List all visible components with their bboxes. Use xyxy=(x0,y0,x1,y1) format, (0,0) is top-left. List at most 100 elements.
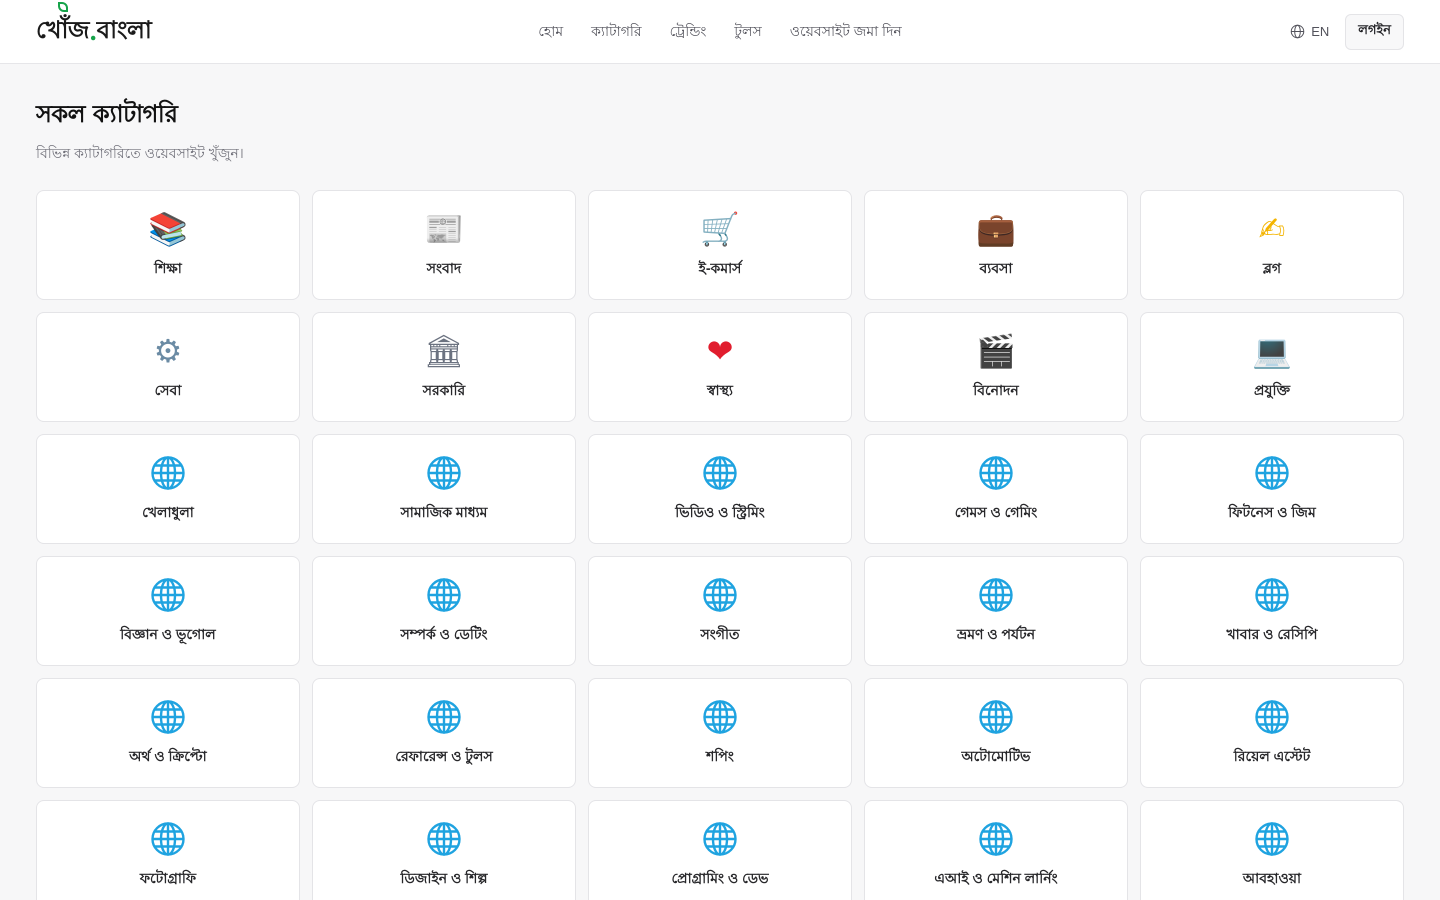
clapper-board-icon: 🎬 xyxy=(976,332,1016,370)
category-label: ব্যবসা xyxy=(979,260,1013,276)
category-grid: 📚 শিক্ষা 📰 সংবাদ 🛒 ই-কমার্স 💼 ব্যবসা ✍ ব্লগ ⚙ সেবা 🏛… xyxy=(36,190,1404,900)
category-card[interactable]: রেফারেন্স ও টুলস xyxy=(312,678,576,788)
category-card[interactable]: আবহাওয়া xyxy=(1140,800,1404,900)
top-header: খোঁজ. বাংলা হোম ক্যাটাগরি ট্রেন্ডিং টুলস … xyxy=(0,0,1440,64)
briefcase-icon: 💼 xyxy=(976,210,1016,248)
globe-icon xyxy=(702,453,738,493)
category-card[interactable]: অর্থ ও ক্রিপ্টো xyxy=(36,678,300,788)
category-label: ফটোগ্রাফি xyxy=(139,870,197,886)
category-label: প্রোগ্রামিং ও ডেভ xyxy=(671,870,769,886)
laptop-icon: 💻 xyxy=(1252,332,1292,370)
category-label: অটোমোটিভ xyxy=(961,748,1031,764)
category-card[interactable]: ভ্রমণ ও পর্যটন xyxy=(864,556,1128,666)
category-card[interactable]: ⚙ সেবা xyxy=(36,312,300,422)
category-label: ই-কমার্স xyxy=(698,260,742,276)
category-label: গেমস ও গেমিং xyxy=(954,504,1038,520)
category-label: বিজ্ঞান ও ভূগোল xyxy=(120,626,216,642)
category-card[interactable]: অটোমোটিভ xyxy=(864,678,1128,788)
globe-icon xyxy=(702,575,738,615)
globe-icon xyxy=(426,575,462,615)
globe-icon xyxy=(978,453,1014,493)
nav-submit-website[interactable]: ওয়েবসাইট জমা দিন xyxy=(790,20,902,44)
login-button[interactable]: লগইন xyxy=(1345,13,1404,50)
category-card[interactable]: ডিজাইন ও শিল্প xyxy=(312,800,576,900)
page-title: সকল ক্যাটাগরি xyxy=(36,100,178,128)
nav-trending[interactable]: ট্রেন্ডিং xyxy=(670,20,707,44)
category-card[interactable]: 🛒 ই-কমার্স xyxy=(588,190,852,300)
category-card[interactable]: ফিটনেস ও জিম xyxy=(1140,434,1404,544)
category-card[interactable]: ❤ স্বাস্থ্য xyxy=(588,312,852,422)
main-nav: হোম ক্যাটাগরি ট্রেন্ডিং টুলস ওয়েবসাইট জ… xyxy=(0,0,1440,64)
category-label: ভিডিও ও স্ট্রিমিং xyxy=(675,504,765,520)
heart-icon: ❤ xyxy=(706,332,734,370)
category-card[interactable]: ভিডিও ও স্ট্রিমিং xyxy=(588,434,852,544)
nav-tools[interactable]: টুলস xyxy=(734,20,761,44)
category-card[interactable]: সামাজিক মাধ্যম xyxy=(312,434,576,544)
books-icon: 📚 xyxy=(148,210,188,248)
category-card[interactable]: বিজ্ঞান ও ভূগোল xyxy=(36,556,300,666)
category-label: আবহাওয়া xyxy=(1242,870,1302,886)
category-card[interactable]: সংগীত xyxy=(588,556,852,666)
logo-main-text: খোঁজ xyxy=(36,14,89,44)
category-label: অর্থ ও ক্রিপ্টো xyxy=(129,748,207,764)
category-label: সম্পর্ক ও ডেটিং xyxy=(400,626,488,642)
category-card[interactable]: সম্পর্ক ও ডেটিং xyxy=(312,556,576,666)
logo-tail-text: বাংলা xyxy=(96,14,152,44)
site-logo[interactable]: খোঁজ. বাংলা xyxy=(36,1,152,52)
category-card[interactable]: খাবার ও রেসিপি xyxy=(1140,556,1404,666)
category-label: সংগীত xyxy=(700,626,740,642)
category-card[interactable]: ফটোগ্রাফি xyxy=(36,800,300,900)
category-label: বিনোদন xyxy=(973,382,1019,398)
category-card[interactable]: খেলাধুলা xyxy=(36,434,300,544)
language-switcher[interactable]: EN xyxy=(1290,24,1329,39)
globe-icon xyxy=(426,697,462,737)
globe-icon xyxy=(978,819,1014,859)
category-card[interactable]: শপিং xyxy=(588,678,852,788)
page-subtitle: বিভিন্ন ক্যাটাগরিতে ওয়েবসাইট খুঁজুন। xyxy=(36,145,244,161)
gear-icon: ⚙ xyxy=(153,332,183,370)
globe-icon xyxy=(978,575,1014,615)
category-label: স্বাস্থ্য xyxy=(707,382,733,398)
nav-home[interactable]: হোম xyxy=(538,20,563,44)
nav-categories[interactable]: ক্যাটাগরি xyxy=(591,20,641,44)
main-content: সকল ক্যাটাগরি বিভিন্ন ক্যাটাগরিতে ওয়েবস… xyxy=(0,64,1440,900)
writing-hand-icon: ✍ xyxy=(1258,210,1286,248)
category-card[interactable]: 🎬 বিনোদন xyxy=(864,312,1128,422)
globe-outline-icon xyxy=(1290,24,1305,39)
category-card[interactable]: 📚 শিক্ষা xyxy=(36,190,300,300)
category-label: ফিটনেস ও জিম xyxy=(1228,504,1316,520)
globe-icon xyxy=(702,697,738,737)
category-label: ব্লগ xyxy=(1262,260,1282,276)
category-label: রেফারেন্স ও টুলস xyxy=(395,748,493,764)
globe-icon xyxy=(426,453,462,493)
category-label: খাবার ও রেসিপি xyxy=(1226,626,1318,642)
category-card[interactable]: 📰 সংবাদ xyxy=(312,190,576,300)
category-card[interactable]: 💻 প্রযুক্তি xyxy=(1140,312,1404,422)
category-label: ডিজাইন ও শিল্প xyxy=(400,870,488,886)
category-card[interactable]: প্রোগ্রামিং ও ডেভ xyxy=(588,800,852,900)
category-label: খেলাধুলা xyxy=(142,504,194,520)
language-label: EN xyxy=(1311,24,1330,39)
globe-icon xyxy=(150,453,186,493)
header-actions: EN লগইন xyxy=(1290,13,1404,50)
globe-icon xyxy=(1254,453,1290,493)
globe-icon xyxy=(150,697,186,737)
category-card[interactable]: রিয়েল এস্টেট xyxy=(1140,678,1404,788)
globe-icon xyxy=(978,697,1014,737)
globe-icon xyxy=(702,819,738,859)
globe-icon xyxy=(150,819,186,859)
category-label: এআই ও মেশিন লার্নিং xyxy=(934,870,1058,886)
classical-building-icon: 🏛 xyxy=(423,332,465,370)
category-card[interactable]: গেমস ও গেমিং xyxy=(864,434,1128,544)
category-card[interactable]: 🏛 সরকারি xyxy=(312,312,576,422)
shopping-cart-icon: 🛒 xyxy=(700,210,740,248)
category-label: প্রযুক্তি xyxy=(1253,382,1291,398)
leaf-icon xyxy=(58,1,68,12)
category-label: রিয়েল এস্টেট xyxy=(1233,748,1311,764)
category-card[interactable]: 💼 ব্যবসা xyxy=(864,190,1128,300)
globe-icon xyxy=(1254,575,1290,615)
category-label: শিক্ষা xyxy=(154,260,182,276)
category-card[interactable]: ✍ ব্লগ xyxy=(1140,190,1404,300)
category-card[interactable]: এআই ও মেশিন লার্নিং xyxy=(864,800,1128,900)
globe-icon xyxy=(426,819,462,859)
